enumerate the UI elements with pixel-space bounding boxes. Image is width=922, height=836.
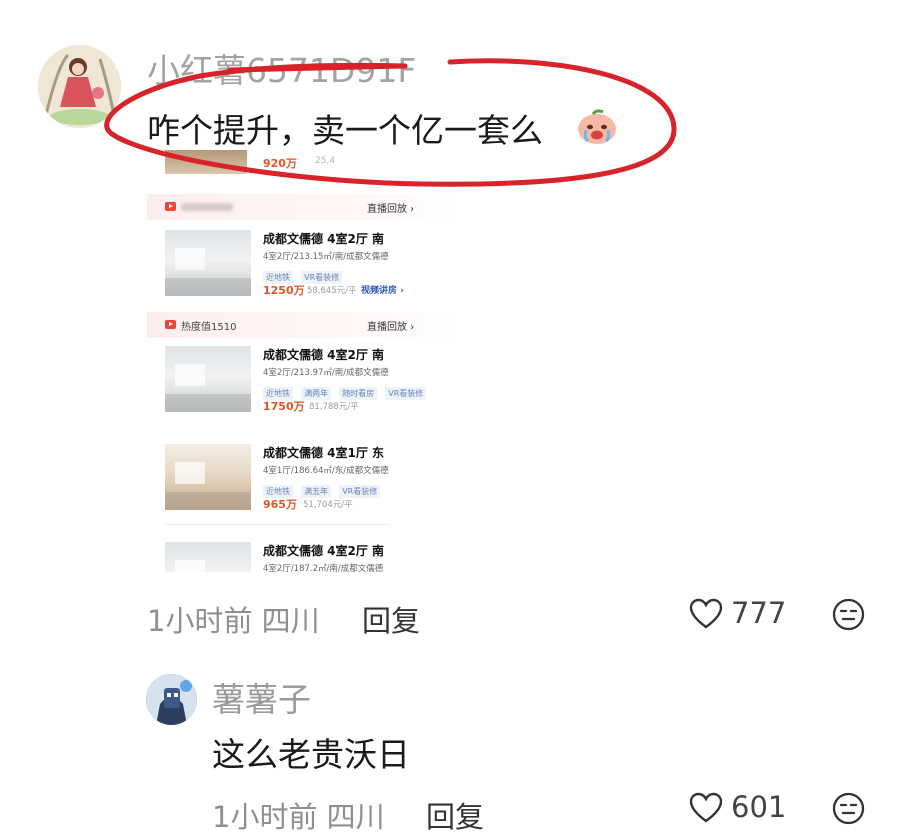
listing-description: 4室2厅/213.97㎡/南/成都文儒德 — [263, 368, 389, 378]
listing-card: 成都文儒德 4室2厅 南 4室2厅/187.2㎡/南/成都文儒德 — [147, 532, 453, 572]
avatar-illustration — [146, 674, 197, 725]
reply-button[interactable]: 回复 — [362, 598, 420, 640]
listing-tag: VR看装修 — [301, 271, 343, 284]
listing-card: 成都文儒德 4室1厅 东 4室1厅/186.64㎡/东/成都文儒德 近地铁 满五… — [147, 434, 453, 538]
comment-text: 这么老贵沃日 — [212, 735, 410, 774]
attached-listing-image[interactable]: 920万 25,4 直播回放 › 成都文儒德 4室2厅 南 4室2厅/213.1… — [147, 150, 453, 572]
heart-outline-icon[interactable] — [689, 792, 723, 824]
heart-outline-icon[interactable] — [689, 598, 723, 630]
listing-card: 成都文儒德 4室2厅 南 4室2厅/213.97㎡/南/成都文儒德 近地铁 满两… — [147, 336, 453, 440]
listing-photo — [165, 150, 247, 174]
like-count: 777 — [731, 596, 787, 630]
listing-tag: VR看装修 — [385, 387, 427, 400]
comment-location: 四川 — [326, 800, 385, 834]
live-replay-link: 直播回放 › — [367, 204, 415, 215]
listing-unit-price: 51,704元/平 — [303, 500, 353, 510]
listing-card-header: 热度值1510 直播回放 › — [147, 312, 453, 338]
listing-card-header: 直播回放 › — [147, 194, 453, 220]
listing-title: 成都文儒德 4室2厅 南 — [263, 232, 385, 246]
listing-price: 1750万 — [263, 400, 305, 413]
listing-unit-price: 58,645元/平 — [307, 286, 357, 296]
live-replay-icon — [165, 320, 176, 329]
live-replay-icon — [165, 202, 176, 211]
listing-photo — [165, 230, 251, 296]
avatar-illustration — [38, 45, 121, 128]
listing-tag: 满五年 — [301, 485, 332, 498]
listing-tag: 满两年 — [301, 387, 332, 400]
listing-price: 965万 — [263, 498, 297, 511]
listing-title: 成都文儒德 4室2厅 南 — [263, 544, 385, 558]
listing-price: 1250万 — [263, 284, 305, 297]
listing-photo — [165, 346, 251, 412]
comment-text: 咋个提升，卖一个亿一套么 — [147, 111, 543, 150]
listing-photo — [165, 542, 251, 572]
reply-button[interactable]: 回复 — [426, 794, 484, 836]
listing-title: 成都文儒德 4室2厅 南 — [263, 348, 385, 362]
listing-tag: VR看装修 — [339, 485, 381, 498]
blurred-heat-label — [181, 203, 233, 211]
listing-unit-price: 81,788元/平 — [309, 402, 359, 412]
comment-thread: 小红薯6571D91F 咋个提升，卖一个亿一套么 920万 25,4 直播回放 … — [0, 0, 922, 836]
listing-description: 4室2厅/187.2㎡/南/成都文儒德 — [263, 564, 384, 572]
listing-description: 4室2厅/213.15㎡/南/成都文儒德 — [263, 252, 389, 262]
listing-title: 成都文儒德 4室1厅 东 — [263, 446, 385, 460]
listing-price: 920万 — [263, 157, 297, 170]
like-count: 601 — [731, 790, 787, 824]
user-avatar[interactable] — [146, 674, 197, 725]
listing-divider — [165, 524, 390, 525]
comment-username[interactable]: 薯薯子 — [212, 673, 311, 721]
video-tour-link: 视频讲房 › — [361, 286, 404, 296]
comment-username[interactable]: 小红薯6571D91F — [147, 44, 416, 92]
comment-time: 1小时前 — [212, 800, 318, 834]
heat-value-label: 热度值1510 — [181, 322, 237, 333]
comment-time-location: 1小时前 四川 — [212, 794, 385, 836]
listing-photo — [165, 444, 251, 510]
listing-tag: 随时看房 — [339, 387, 378, 400]
listing-unit-price: 25,4 — [315, 156, 336, 166]
neutral-face-icon[interactable] — [832, 598, 865, 631]
comment-location: 四川 — [261, 604, 320, 638]
listing-description: 4室1厅/186.64㎡/东/成都文儒德 — [263, 466, 389, 476]
neutral-face-icon[interactable] — [832, 792, 865, 825]
live-replay-link: 直播回放 › — [367, 322, 415, 333]
comment-time: 1小时前 — [147, 604, 253, 638]
comment-time-location: 1小时前 四川 — [147, 598, 320, 640]
user-avatar[interactable] — [38, 45, 121, 128]
listing-partial-card: 920万 25,4 — [165, 150, 405, 174]
listing-card: 成都文儒德 4室2厅 南 4室2厅/213.15㎡/南/成都文儒德 近地铁 VR… — [147, 220, 453, 324]
crying-peach-emoji-icon — [578, 109, 616, 144]
